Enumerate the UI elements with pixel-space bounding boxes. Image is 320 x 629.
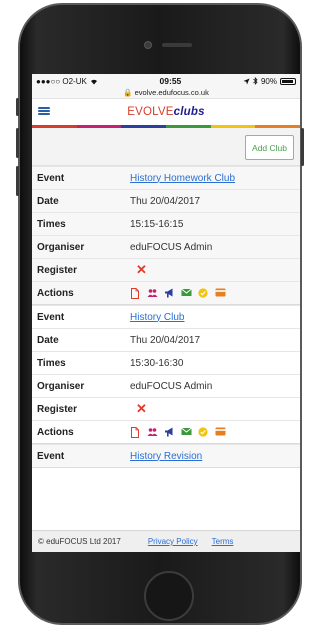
event-label: Event — [37, 450, 65, 462]
carrier-label: ●●●○○ O2-UK — [36, 76, 87, 86]
organiser-label: Organiser — [37, 380, 85, 392]
email-icon[interactable] — [181, 427, 192, 437]
club-card: Event History Club Date Thu 20/04/2017 T… — [32, 305, 300, 444]
location-arrow-icon — [243, 78, 250, 84]
battery-percent: 90% — [260, 76, 277, 86]
organiser-value: eduFOCUS Admin — [130, 380, 213, 392]
check-circle-icon[interactable] — [198, 427, 208, 437]
status-time: 09:55 — [159, 76, 182, 86]
actions-row: Actions — [32, 420, 300, 443]
email-icon[interactable] — [181, 288, 192, 298]
action-icons — [130, 288, 226, 299]
event-row: Event History Revision — [32, 444, 300, 467]
actions-label: Actions — [37, 426, 74, 438]
lock-icon: 🔒 — [123, 88, 133, 97]
event-label: Event — [37, 172, 65, 184]
action-icons — [130, 427, 226, 438]
times-value: 15:30-16:30 — [130, 357, 184, 369]
date-label: Date — [37, 195, 59, 207]
organiser-row: Organiser eduFOCUS Admin — [32, 374, 300, 397]
bluetooth-icon — [253, 77, 258, 85]
power-button[interactable] — [301, 128, 304, 166]
battery-icon — [279, 77, 296, 85]
document-icon[interactable] — [130, 288, 140, 299]
event-link[interactable]: History Revision — [130, 451, 202, 462]
megaphone-icon[interactable] — [164, 427, 174, 437]
actions-row: Actions — [32, 281, 300, 304]
hamburger-menu-icon[interactable] — [38, 105, 50, 117]
times-value: 15:15-16:15 — [130, 218, 184, 230]
register-label: Register — [37, 264, 78, 276]
url-bar[interactable]: 🔒 evolve.edufocus.co.uk — [32, 88, 300, 99]
club-card: Event History Revision — [32, 444, 300, 468]
organiser-row: Organiser eduFOCUS Admin — [32, 235, 300, 258]
register-row: Register ✕ — [32, 397, 300, 420]
terms-link[interactable]: Terms — [212, 537, 234, 546]
brand-logo: EVOLVEclubs — [127, 106, 205, 118]
document-icon[interactable] — [130, 427, 140, 438]
volume-up-button[interactable] — [16, 128, 19, 158]
add-club-button[interactable]: Add Club — [245, 135, 294, 160]
event-row: Event History Homework Club — [32, 166, 300, 189]
group-icon[interactable] — [147, 427, 158, 437]
check-circle-icon[interactable] — [198, 288, 208, 298]
event-label: Event — [37, 311, 65, 323]
times-row: Times 15:30-16:30 — [32, 351, 300, 374]
actions-label: Actions — [37, 287, 74, 299]
organiser-label: Organiser — [37, 241, 85, 253]
date-value: Thu 20/04/2017 — [130, 334, 201, 346]
volume-down-button[interactable] — [16, 166, 19, 196]
privacy-policy-link[interactable]: Privacy Policy — [148, 537, 198, 546]
speaker-grille — [162, 43, 192, 47]
times-label: Times — [37, 218, 66, 230]
status-bar: ●●●○○ O2-UK 09:55 90% — [32, 74, 300, 88]
mute-switch[interactable] — [16, 98, 19, 116]
home-button[interactable] — [144, 571, 194, 621]
wifi-icon — [90, 79, 97, 84]
toolbar: Add Club — [32, 128, 300, 166]
megaphone-icon[interactable] — [164, 288, 174, 298]
group-icon[interactable] — [147, 288, 158, 298]
times-label: Times — [37, 357, 66, 369]
date-row: Date Thu 20/04/2017 — [32, 328, 300, 351]
organiser-value: eduFOCUS Admin — [130, 241, 213, 253]
screen: ●●●○○ O2-UK 09:55 90% 🔒 evolve.edufocus.… — [32, 74, 300, 552]
club-card: Event History Homework Club Date Thu 20/… — [32, 166, 300, 305]
event-row: Event History Club — [32, 305, 300, 328]
event-link[interactable]: History Homework Club — [130, 173, 235, 184]
times-row: Times 15:15-16:15 — [32, 212, 300, 235]
card-icon[interactable] — [215, 288, 226, 298]
card-icon[interactable] — [215, 427, 226, 437]
app-header: EVOLVEclubs — [32, 99, 300, 125]
camera-icon — [144, 41, 152, 49]
date-label: Date — [37, 334, 59, 346]
footer: © eduFOCUS Ltd 2017 Privacy Policy Terms — [32, 530, 300, 552]
register-cross-icon[interactable]: ✕ — [136, 262, 147, 278]
url-text: evolve.edufocus.co.uk — [134, 88, 209, 97]
register-row: Register ✕ — [32, 258, 300, 281]
date-value: Thu 20/04/2017 — [130, 195, 201, 207]
event-link[interactable]: History Club — [130, 312, 184, 323]
club-list: Event History Homework Club Date Thu 20/… — [32, 166, 300, 468]
date-row: Date Thu 20/04/2017 — [32, 189, 300, 212]
register-label: Register — [37, 403, 78, 415]
register-cross-icon[interactable]: ✕ — [136, 401, 147, 417]
copyright-text: © eduFOCUS Ltd 2017 — [38, 537, 121, 546]
